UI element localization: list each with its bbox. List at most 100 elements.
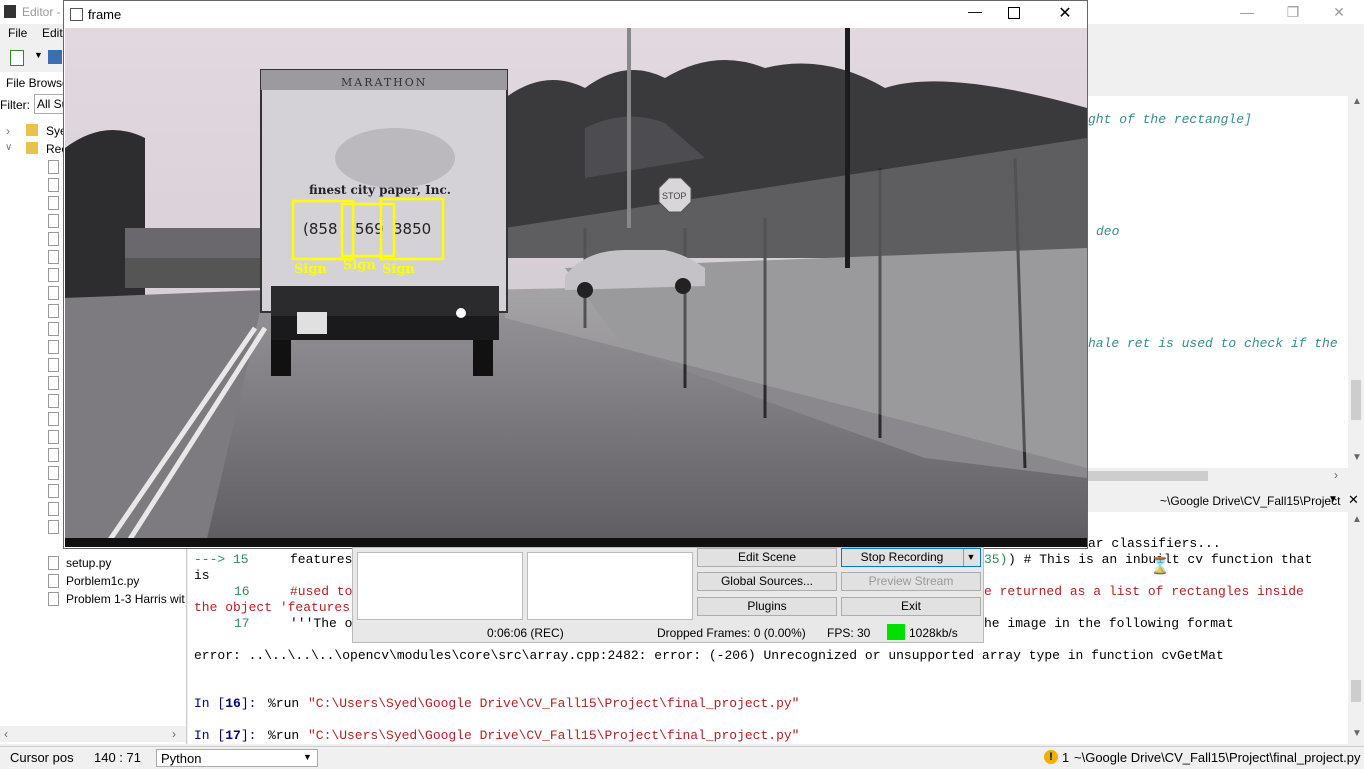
console-vscroll[interactable]: ▲ ▼ <box>1348 512 1364 744</box>
code-editor[interactable]: ght of the rectangle] deo hale ret is us… <box>1088 96 1348 468</box>
new-file-icon[interactable] <box>10 50 24 66</box>
scroll-thumb[interactable] <box>1088 471 1208 481</box>
filter-label: Filter: <box>0 98 30 112</box>
file-porblem1c-py[interactable]: Porblem1c.py <box>66 574 139 588</box>
folder-open-icon <box>26 142 38 154</box>
chevron-down-icon: ▼ <box>303 752 312 762</box>
scroll-up-icon[interactable]: ▲ <box>1352 514 1362 525</box>
console-comment: e returned as a list of rectangles insid… <box>984 584 1304 599</box>
warning-icon: ! <box>1044 750 1058 764</box>
file-setup-py[interactable]: setup.py <box>66 556 111 570</box>
file-icon <box>48 376 59 390</box>
file-icon <box>48 286 59 300</box>
menu-file[interactable]: File <box>8 26 27 40</box>
bitrate-readout: 1028kb/s <box>909 626 958 640</box>
detection-label: Sign <box>343 258 376 273</box>
console-arrow: ---> 15 <box>194 552 249 567</box>
scroll-thumb[interactable] <box>1351 380 1361 420</box>
language-select[interactable]: Python ▼ <box>156 749 318 767</box>
chevron-down-icon[interactable]: ∨ <box>5 142 12 153</box>
preview-stream-button: Preview Stream <box>841 572 981 591</box>
dropdown-arrow-icon[interactable]: ▼ <box>34 50 43 60</box>
folder-icon <box>26 124 38 136</box>
console-path: ~\Google Drive\CV_Fall15\Project <box>1160 494 1341 508</box>
console-comment: the object 'features <box>194 600 351 615</box>
code-comment: ght of the rectangle] <box>1088 112 1252 127</box>
file-icon <box>48 430 59 444</box>
restore-icon[interactable]: ❐ <box>1270 2 1316 22</box>
status-file-path: ~\Google Drive\CV_Fall15\Project\final_p… <box>1074 750 1361 765</box>
exit-button[interactable]: Exit <box>841 597 981 616</box>
dropdown-arrow-icon[interactable]: ▼ <box>963 549 978 566</box>
scroll-thumb[interactable] <box>1351 680 1361 702</box>
scroll-down-icon[interactable]: ▼ <box>1352 728 1362 739</box>
frame-window: frame — ✕ STOP MARATHON finest city pape… <box>63 0 1088 549</box>
console-header: ~\Google Drive\CV_Fall15\Project ▼ ✕ <box>1088 490 1364 512</box>
file-icon <box>48 196 59 210</box>
chevron-right-icon[interactable]: › <box>6 124 10 138</box>
detection-label: Sign <box>294 262 327 277</box>
file-icon <box>48 304 59 318</box>
file-icon <box>48 160 59 174</box>
prompt-close: ]: <box>240 728 257 743</box>
prompt-close: ]: <box>240 696 257 711</box>
file-icon <box>48 574 59 588</box>
console-number: 35) <box>984 552 1008 567</box>
maximize-icon[interactable] <box>1008 7 1020 19</box>
close-console-icon[interactable]: ✕ <box>1348 492 1359 508</box>
code-vscroll[interactable]: ▲ ▼ <box>1348 96 1364 468</box>
toolbar: ▼ <box>0 44 64 70</box>
menu-edit[interactable]: Edit <box>42 26 63 40</box>
console-error: error: ..\..\..\..\opencv\modules\core\s… <box>194 648 1224 663</box>
phone-part: 3850 <box>393 220 431 238</box>
video-frame: STOP MARATHON finest city paper, Inc. (8… <box>65 28 1087 547</box>
minimize-icon[interactable]: — <box>1224 2 1270 22</box>
phone-part: (858 <box>303 220 337 238</box>
code-comment: hale ret is used to check if the <box>1088 336 1338 351</box>
console-line-number: 16 <box>234 584 250 599</box>
file-icon <box>48 412 59 426</box>
scroll-right-icon[interactable]: › <box>1334 468 1338 482</box>
close-icon[interactable]: ✕ <box>1050 3 1080 23</box>
scroll-right-icon[interactable]: › <box>172 727 176 741</box>
truck: MARATHON finest city paper, Inc. <box>260 69 508 376</box>
console-code: he image in the following format <box>984 616 1234 631</box>
file-icon <box>48 592 59 606</box>
code-comment: deo <box>1096 224 1120 239</box>
minimize-icon[interactable]: — <box>960 3 990 19</box>
plugins-button[interactable]: Plugins <box>697 597 837 616</box>
code-hscroll[interactable]: › <box>1088 468 1348 484</box>
editor-window-title: Editor - <box>22 5 61 19</box>
console-path-string: "C:\Users\Syed\Google Drive\CV_Fall15\Pr… <box>308 696 800 711</box>
close-icon[interactable]: ✕ <box>1316 2 1362 22</box>
stop-recording-label: Stop Recording <box>860 550 944 564</box>
dropdown-icon[interactable]: ▼ <box>1328 494 1338 505</box>
street-scene-image: STOP MARATHON finest city paper, Inc. (8… <box>65 28 1087 547</box>
scroll-up-icon[interactable]: ▲ <box>1352 96 1362 107</box>
console-code: is <box>194 568 210 583</box>
global-sources-button[interactable]: Global Sources... <box>697 572 837 591</box>
frame-app-icon <box>70 8 83 21</box>
obs-statusbar: 0:06:06 (REC) Dropped Frames: 0 (0.00%) … <box>353 622 983 642</box>
stop-recording-button[interactable]: Stop Recording ▼ <box>841 548 981 567</box>
truck-brand: MARATHON <box>341 76 427 89</box>
cursor-pos-value: 140 : 71 <box>94 750 141 765</box>
cursor-pos-label: Cursor pos <box>10 750 74 765</box>
editor-app-icon <box>4 5 16 18</box>
file-icon <box>48 358 59 372</box>
prompt-in: In [ <box>194 696 226 711</box>
scenes-list[interactable] <box>357 552 523 620</box>
console-code: features <box>290 552 353 567</box>
file-icon <box>48 340 59 354</box>
console-command: %run <box>268 696 300 711</box>
file-problem-1-3-harris[interactable]: Problem 1-3 Harris wit <box>66 592 185 606</box>
menubar: File Edit <box>0 24 64 42</box>
console-prompt: In [16]: <box>194 696 256 711</box>
file-icon <box>48 268 59 282</box>
edit-scene-button[interactable]: Edit Scene <box>697 548 837 567</box>
save-icon[interactable] <box>48 50 62 64</box>
scroll-left-icon[interactable]: ‹ <box>4 727 8 741</box>
file-browser-hscroll[interactable]: ‹ › <box>0 726 186 742</box>
scroll-down-icon[interactable]: ▼ <box>1352 452 1362 463</box>
sources-list[interactable] <box>527 552 693 620</box>
